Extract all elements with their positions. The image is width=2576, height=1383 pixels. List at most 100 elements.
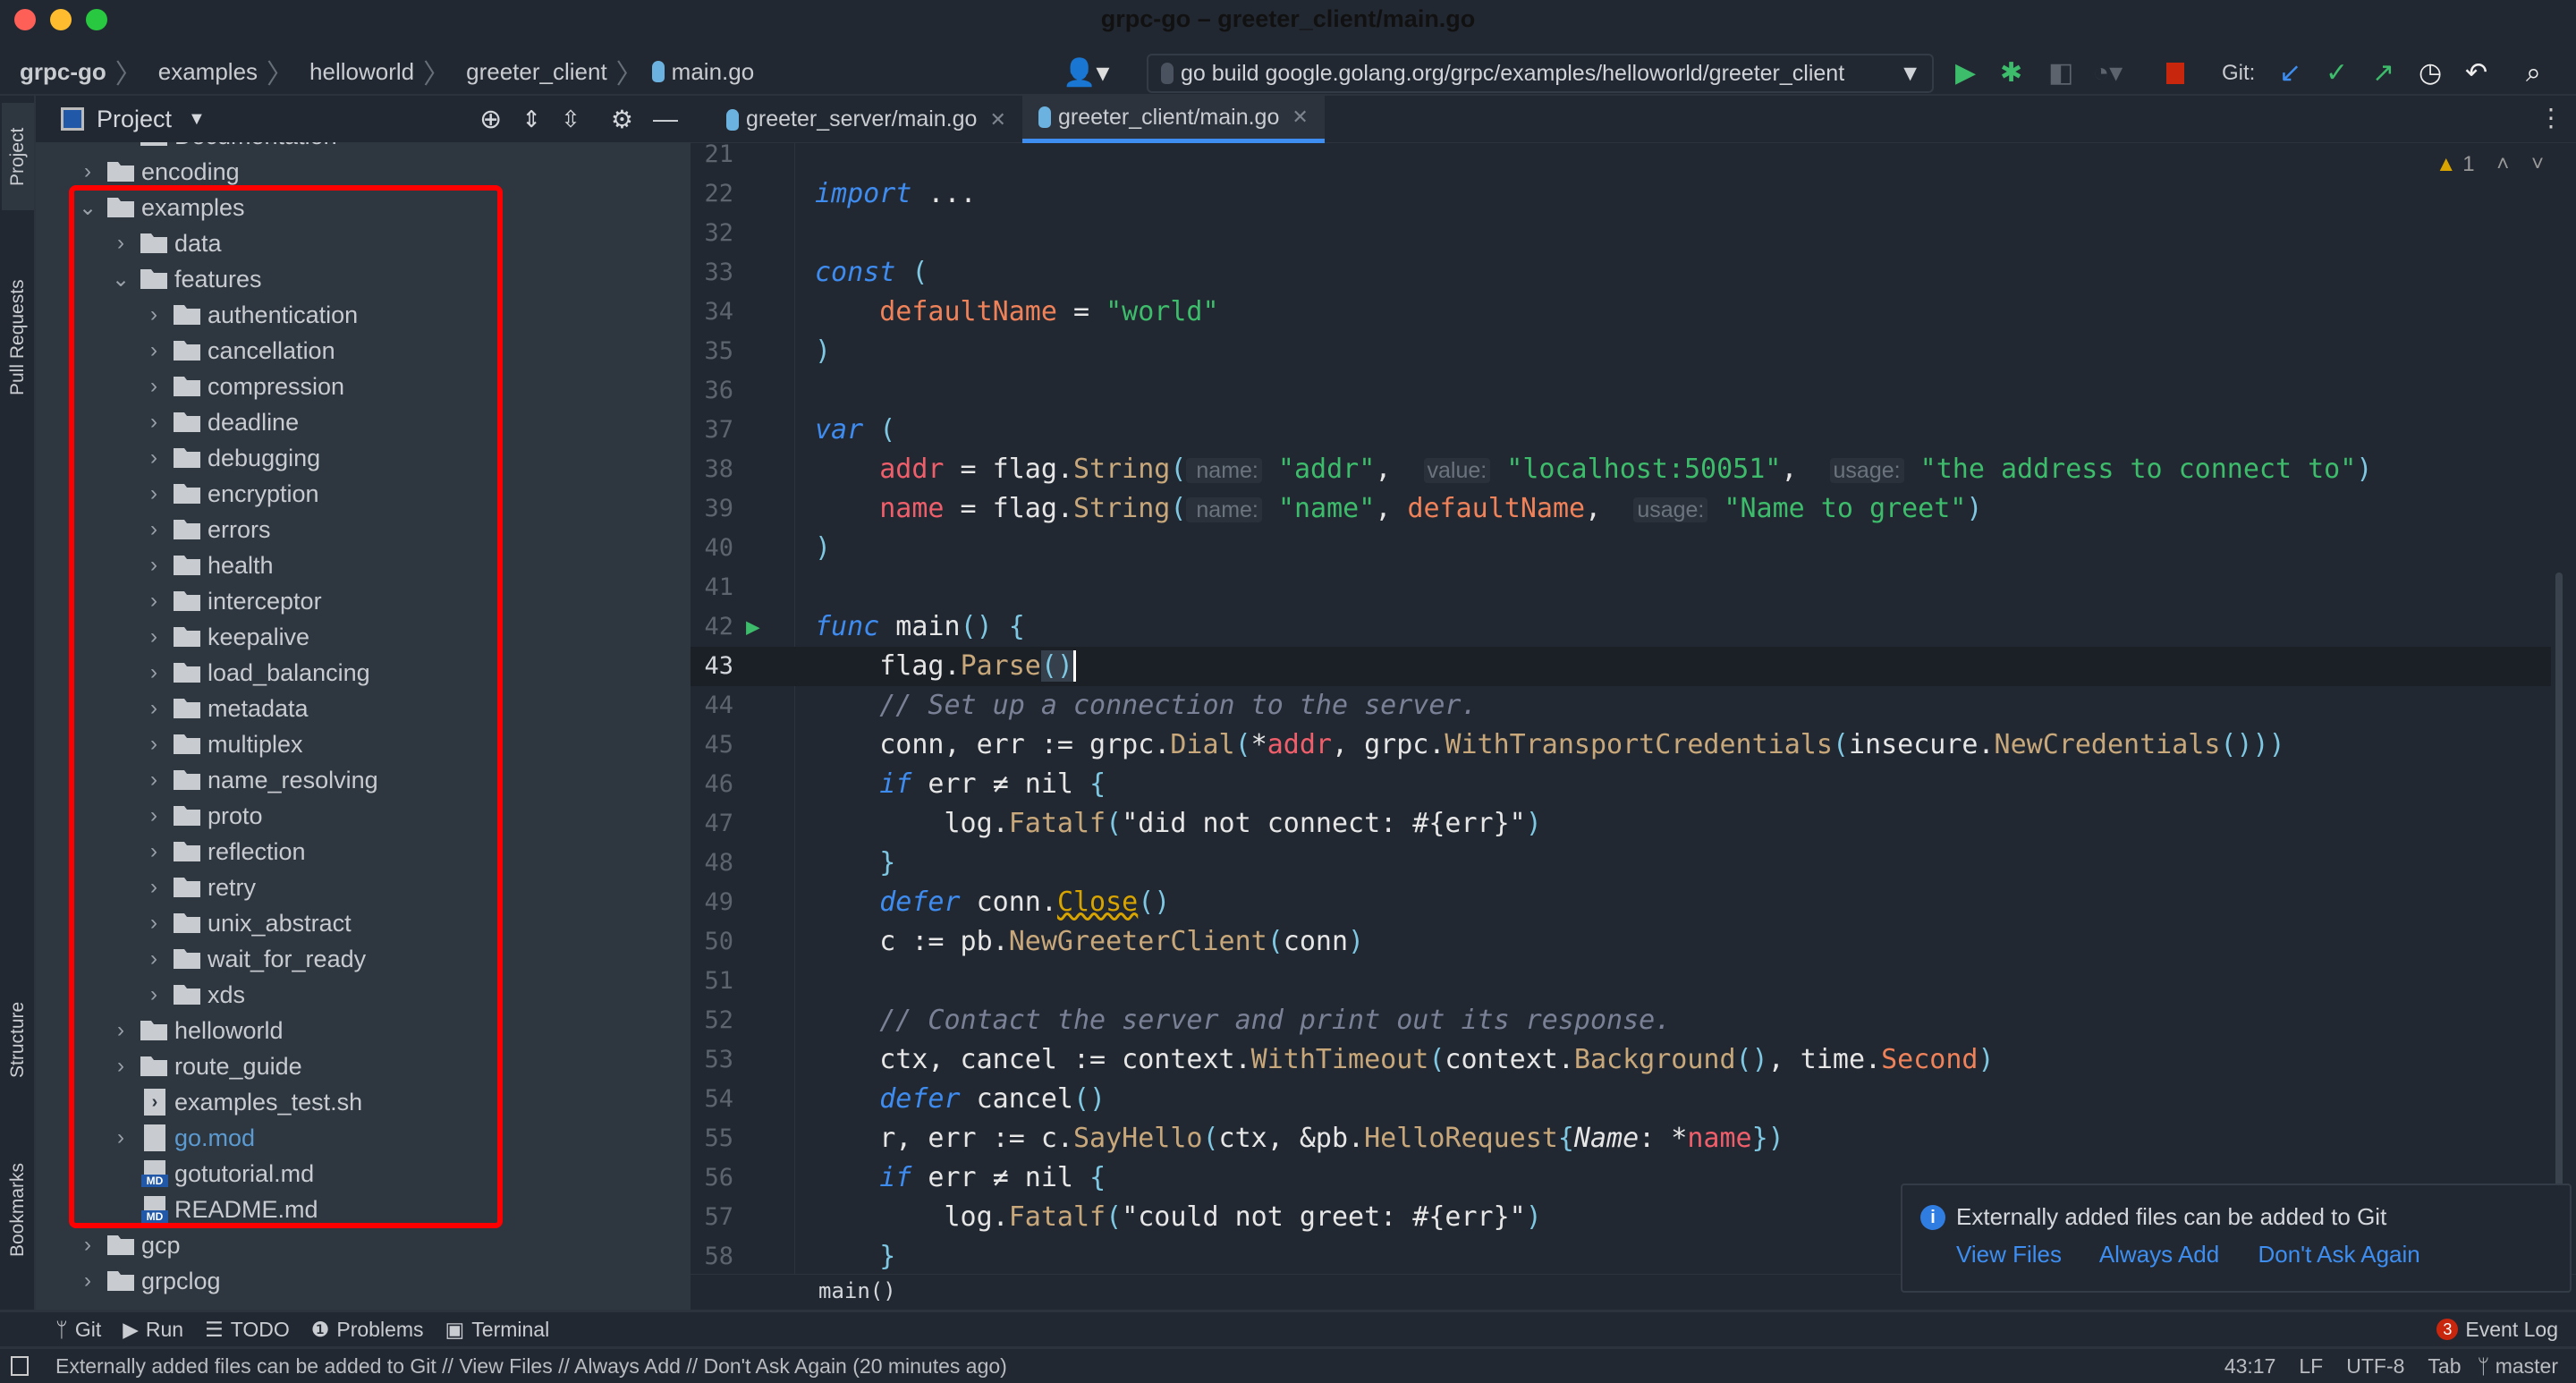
- git-branch[interactable]: ᛘ master: [2478, 1354, 2559, 1379]
- tool-tab-bookmarks[interactable]: Bookmarks: [2, 1133, 34, 1285]
- chevron-right-icon[interactable]: ›: [141, 768, 166, 793]
- run-gutter-icon[interactable]: ▶: [746, 607, 760, 647]
- line-number[interactable]: 48: [691, 844, 733, 883]
- toggle-tool-windows-icon[interactable]: [11, 1356, 29, 1376]
- line-number[interactable]: 53: [691, 1040, 733, 1080]
- user-icon[interactable]: 👤▾: [1063, 55, 1109, 91]
- dont-ask-again-link[interactable]: Don't Ask Again: [2258, 1241, 2419, 1268]
- tree-item[interactable]: › encryption: [36, 476, 319, 512]
- tree-item[interactable]: › load_balancing: [36, 655, 370, 691]
- chevron-right-icon[interactable]: ›: [141, 624, 166, 649]
- chevron-right-icon[interactable]: ›: [141, 732, 166, 757]
- code-line[interactable]: 48 }: [691, 844, 2551, 883]
- tree-item[interactable]: › gcp: [36, 1227, 181, 1263]
- tree-item[interactable]: › proto: [36, 798, 263, 834]
- code-line[interactable]: 53 ctx, cancel := context.WithTimeout(co…: [691, 1040, 2551, 1080]
- line-number[interactable]: 54: [691, 1080, 733, 1119]
- tree-item[interactable]: › authentication: [36, 297, 358, 333]
- locate-icon[interactable]: ⊕: [479, 104, 502, 135]
- code-line[interactable]: 52 // Contact the server and print out i…: [691, 1001, 2551, 1040]
- tree-item[interactable]: › keepalive: [36, 619, 309, 655]
- chevron-right-icon[interactable]: ›: [141, 803, 166, 828]
- line-number[interactable]: 51: [691, 962, 733, 1001]
- tree-item[interactable]: gotutorial.md: [36, 1156, 314, 1192]
- line-number[interactable]: 32: [691, 214, 733, 253]
- chevron-right-icon[interactable]: ›: [141, 445, 166, 471]
- line-number[interactable]: 55: [691, 1119, 733, 1158]
- tool-window-todo[interactable]: ☰ TODO: [205, 1318, 290, 1342]
- tree-item[interactable]: README.md: [36, 1192, 318, 1227]
- breadcrumb-examples[interactable]: examples: [158, 58, 258, 86]
- tool-window-terminal[interactable]: ▣ Terminal: [445, 1318, 550, 1342]
- more-tabs-icon[interactable]: ⋮: [2538, 103, 2563, 132]
- line-number[interactable]: 50: [691, 922, 733, 962]
- tree-item[interactable]: › helloworld: [36, 1013, 284, 1048]
- line-number[interactable]: 58: [691, 1237, 733, 1274]
- breadcrumb-helloworld[interactable]: helloworld: [309, 58, 414, 86]
- tree-item[interactable]: › data: [36, 225, 222, 261]
- tree-item[interactable]: ⌄ features: [36, 261, 262, 297]
- code-line[interactable]: 54 defer cancel(): [691, 1080, 2551, 1119]
- tree-item[interactable]: ⌄ examples: [36, 190, 245, 225]
- chevron-right-icon[interactable]: ›: [141, 875, 166, 900]
- tab-greeter-client[interactable]: greeter_client/main.go ✕: [1022, 96, 1325, 143]
- line-number[interactable]: 52: [691, 1001, 733, 1040]
- chevron-right-icon[interactable]: ›: [141, 660, 166, 685]
- history-icon[interactable]: ◷: [2419, 55, 2442, 91]
- code-line[interactable]: 40): [691, 529, 2551, 568]
- chevron-down-icon[interactable]: ⌄: [108, 267, 133, 293]
- code-line[interactable]: 43 flag.Parse(): [691, 647, 2551, 686]
- line-number[interactable]: 21: [691, 143, 733, 174]
- debug-icon[interactable]: ✱: [2000, 55, 2022, 91]
- rollback-icon[interactable]: ↶: [2465, 55, 2487, 91]
- chevron-right-icon[interactable]: ›: [141, 839, 166, 864]
- tree-item[interactable]: › debugging: [36, 440, 320, 476]
- code-line[interactable]: 41: [691, 568, 2551, 607]
- code-line[interactable]: 44 // Set up a connection to the server.: [691, 686, 2551, 725]
- close-tab-icon[interactable]: ✕: [989, 108, 1005, 132]
- chevron-right-icon[interactable]: ›: [141, 481, 166, 506]
- chevron-right-icon[interactable]: ›: [75, 1268, 100, 1294]
- caret-position[interactable]: 43:17: [2224, 1354, 2276, 1379]
- code-line[interactable]: 39 name = flag.String( name: "name", def…: [691, 489, 2551, 529]
- chevron-right-icon[interactable]: ›: [141, 374, 166, 399]
- chevron-right-icon[interactable]: ›: [141, 338, 166, 363]
- line-number[interactable]: 44: [691, 686, 733, 725]
- gear-icon[interactable]: ⚙: [611, 105, 633, 134]
- chevron-right-icon[interactable]: ›: [141, 553, 166, 578]
- stop-icon[interactable]: [2166, 63, 2184, 84]
- tree-item[interactable]: › unix_abstract: [36, 905, 352, 941]
- tool-tab-structure[interactable]: Structure: [2, 972, 34, 1107]
- tree-item[interactable]: › grpclog: [36, 1263, 221, 1299]
- chevron-right-icon[interactable]: ›: [141, 517, 166, 542]
- breadcrumb-project[interactable]: grpc-go: [20, 58, 106, 86]
- editor-scrollbar[interactable]: [2555, 573, 2563, 1252]
- previous-highlight-icon[interactable]: ˄: [2496, 152, 2509, 176]
- view-files-link[interactable]: View Files: [1956, 1241, 2062, 1268]
- code-breadcrumb[interactable]: main(): [818, 1278, 896, 1303]
- tree-item[interactable]: › compression: [36, 369, 344, 404]
- tree-item[interactable]: › errors: [36, 512, 271, 547]
- line-number[interactable]: 43: [691, 647, 733, 686]
- chevron-right-icon[interactable]: ›: [141, 696, 166, 721]
- chevron-right-icon[interactable]: ›: [141, 946, 166, 971]
- commit-icon[interactable]: ✓: [2326, 55, 2348, 91]
- line-number[interactable]: 36: [691, 371, 733, 411]
- chevron-right-icon[interactable]: ›: [108, 231, 133, 256]
- tool-window-run[interactable]: ▶ Run: [123, 1318, 183, 1342]
- chevron-right-icon[interactable]: ›: [75, 1233, 100, 1258]
- collapse-all-icon[interactable]: ⇳: [561, 106, 580, 133]
- line-number[interactable]: 56: [691, 1158, 733, 1198]
- profile-icon[interactable]: ◔▾: [2093, 55, 2123, 91]
- next-highlight-icon[interactable]: ˅: [2531, 152, 2544, 176]
- tree-item[interactable]: › health: [36, 547, 274, 583]
- code-line[interactable]: 50 c := pb.NewGreeterClient(conn): [691, 922, 2551, 962]
- line-number[interactable]: 46: [691, 765, 733, 804]
- code-line[interactable]: 35): [691, 332, 2551, 371]
- line-number[interactable]: 57: [691, 1198, 733, 1237]
- code-line[interactable]: 22 import ...: [691, 174, 2551, 214]
- project-view-title[interactable]: Project: [97, 106, 172, 133]
- chevron-right-icon[interactable]: ›: [108, 1125, 133, 1150]
- indent-setting[interactable]: Tab: [2428, 1354, 2461, 1379]
- line-number[interactable]: 38: [691, 450, 733, 489]
